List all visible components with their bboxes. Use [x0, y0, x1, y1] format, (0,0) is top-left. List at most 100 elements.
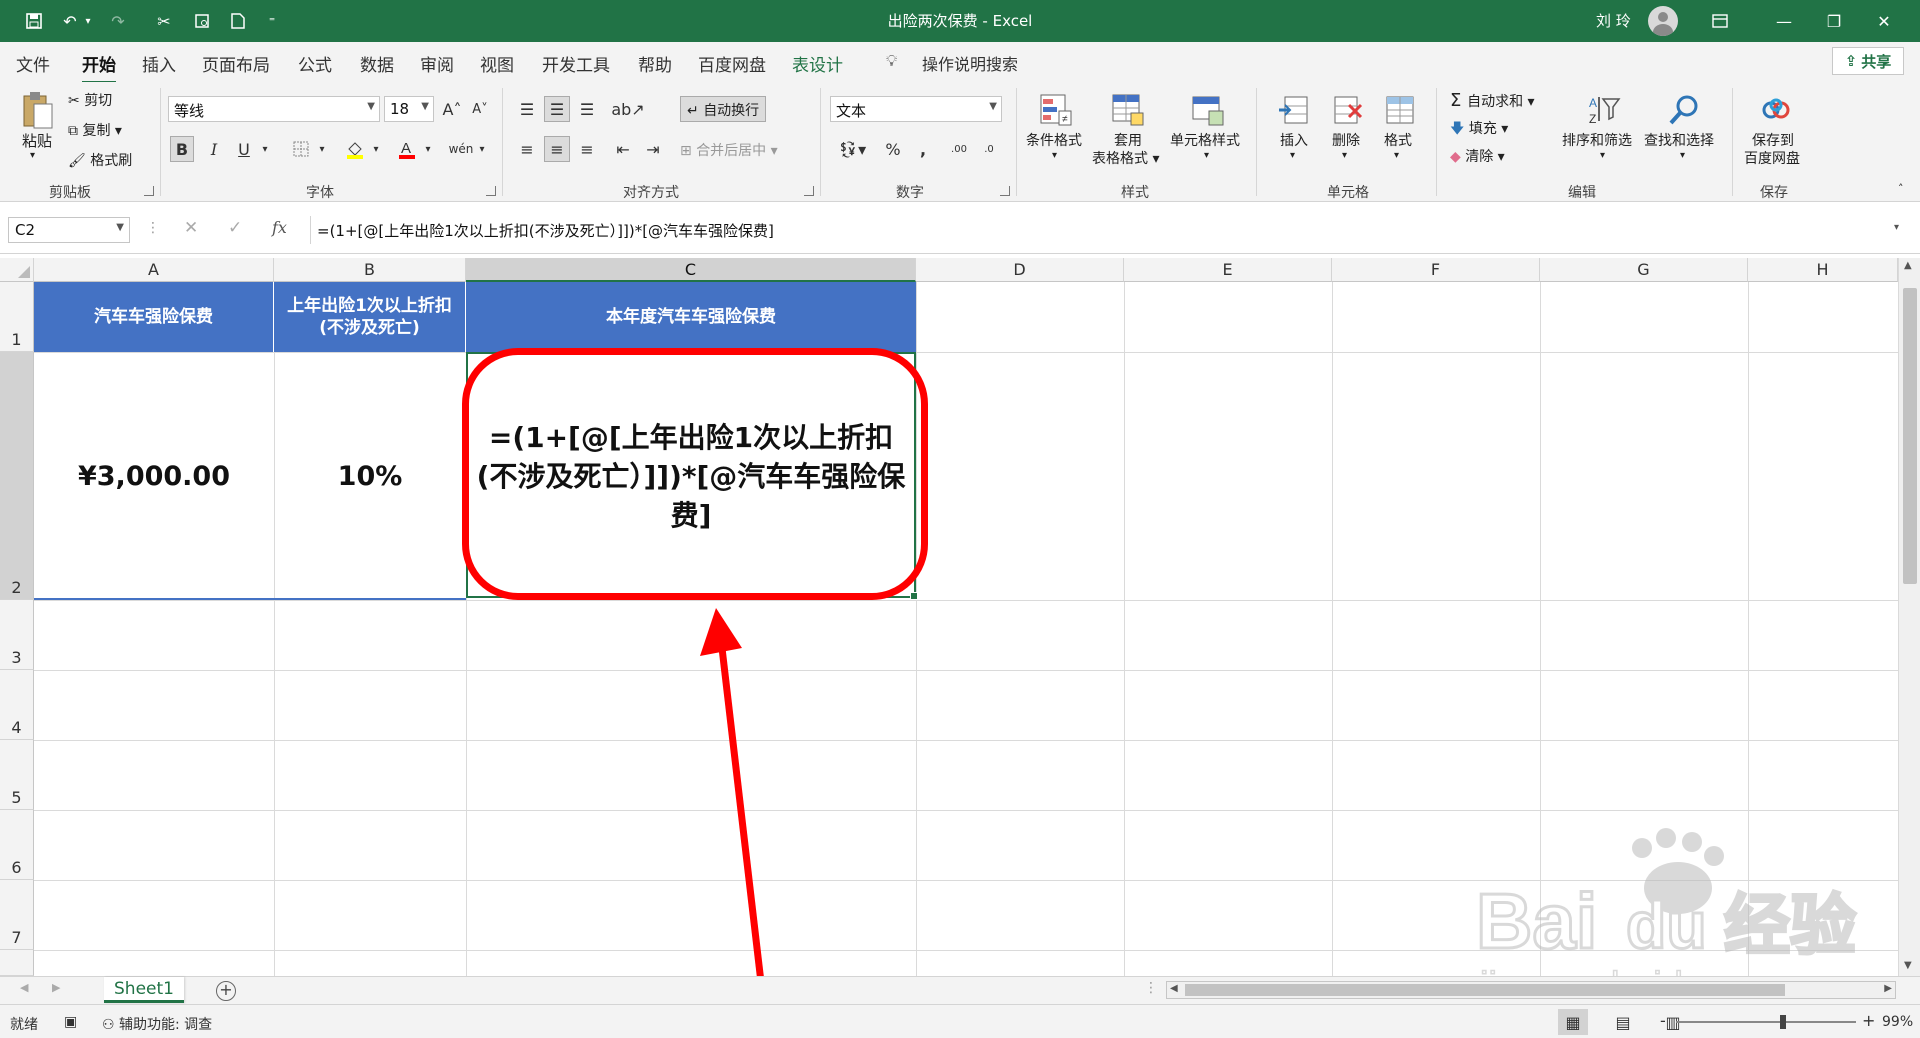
- phonetic-dropdown-icon[interactable]: ▾: [476, 136, 488, 162]
- align-left-icon[interactable]: ≡: [514, 136, 540, 162]
- decrease-font-size-icon[interactable]: A˅: [468, 96, 492, 122]
- format-dropdown-icon[interactable]: ▾: [1394, 150, 1399, 161]
- zoom-slider[interactable]: [1676, 1021, 1856, 1023]
- column-header-b[interactable]: B: [274, 258, 466, 282]
- borders-dropdown-icon[interactable]: ▾: [316, 136, 328, 162]
- new-document-icon[interactable]: [224, 8, 252, 34]
- column-header-h[interactable]: H: [1748, 258, 1898, 282]
- accounting-format-icon[interactable]: 💱︎▾: [832, 136, 872, 162]
- underline-button[interactable]: U: [232, 136, 256, 162]
- undo-dropdown-icon[interactable]: ▾: [74, 8, 102, 34]
- insert-dropdown-icon[interactable]: ▾: [1290, 150, 1295, 161]
- alignment-launcher-icon[interactable]: [804, 186, 814, 196]
- tab-insert[interactable]: 插入: [142, 51, 176, 76]
- delete-cells-icon[interactable]: [1328, 90, 1368, 130]
- page-layout-view-icon[interactable]: ▤: [1608, 1009, 1638, 1035]
- column-header-e[interactable]: E: [1124, 258, 1332, 282]
- tab-developer[interactable]: 开发工具: [542, 51, 610, 76]
- cell-styles-label[interactable]: 单元格样式: [1170, 130, 1240, 150]
- vertical-scrollbar[interactable]: ▲ ▼: [1898, 258, 1920, 976]
- customize-quick-access-icon[interactable]: ⁼: [258, 8, 286, 34]
- paste-dropdown-icon[interactable]: ▾: [30, 150, 35, 161]
- tab-view[interactable]: 视图: [480, 51, 514, 76]
- table-header-cell[interactable]: 上年出险1次以上折扣(不涉及死亡): [274, 282, 466, 352]
- insert-cells-label[interactable]: 插入: [1280, 130, 1308, 150]
- clipboard-launcher-icon[interactable]: [144, 186, 154, 196]
- clear-button[interactable]: ◆ 清除 ▾: [1450, 146, 1505, 166]
- tab-review[interactable]: 审阅: [420, 51, 454, 76]
- row-header-3[interactable]: 3: [0, 600, 34, 670]
- borders-icon[interactable]: [286, 136, 316, 162]
- paste-icon[interactable]: [18, 88, 58, 132]
- tab-file[interactable]: 文件: [16, 51, 50, 76]
- delete-dropdown-icon[interactable]: ▾: [1342, 150, 1347, 161]
- increase-indent-icon[interactable]: ⇥: [640, 136, 666, 162]
- cell-styles-dropdown-icon[interactable]: ▾: [1204, 150, 1209, 161]
- column-header-c[interactable]: C: [466, 258, 916, 282]
- tab-baidu-netdisk[interactable]: 百度网盘: [698, 51, 766, 76]
- fill-button[interactable]: 🡇 填充 ▾: [1450, 118, 1508, 142]
- paste-label[interactable]: 粘贴: [22, 130, 52, 151]
- select-all-corner[interactable]: [0, 258, 34, 282]
- format-as-table-icon[interactable]: [1108, 90, 1148, 130]
- user-name[interactable]: 刘 玲: [1596, 10, 1631, 31]
- sort-filter-icon[interactable]: AZ: [1584, 90, 1624, 130]
- zoom-out-button[interactable]: -: [1660, 1011, 1666, 1030]
- formula-input[interactable]: =(1+[@[上年出险1次以上折扣(不涉及死亡）]])*[@汽车车强险保费]: [310, 216, 1900, 244]
- sort-dropdown-icon[interactable]: ▾: [1600, 150, 1605, 161]
- cut-icon[interactable]: ✂: [150, 8, 178, 34]
- number-launcher-icon[interactable]: [1000, 186, 1010, 196]
- fill-color-dropdown-icon[interactable]: ▾: [370, 136, 382, 162]
- close-icon[interactable]: ✕: [1862, 4, 1906, 38]
- row-header-8[interactable]: [0, 950, 34, 976]
- sort-filter-label[interactable]: 排序和筛选: [1562, 130, 1632, 150]
- conditional-formatting-label[interactable]: 条件格式: [1026, 130, 1082, 150]
- scroll-left-icon[interactable]: ◀: [1170, 983, 1178, 994]
- normal-view-icon[interactable]: ▦: [1558, 1009, 1588, 1035]
- italic-button[interactable]: I: [202, 136, 226, 162]
- column-header-a[interactable]: A: [34, 258, 274, 282]
- orientation-icon[interactable]: ab↗: [610, 96, 646, 122]
- name-box[interactable]: C2 ▼: [8, 217, 130, 243]
- tab-page-layout[interactable]: 页面布局: [202, 51, 270, 76]
- column-header-f[interactable]: F: [1332, 258, 1540, 282]
- font-color-dropdown-icon[interactable]: ▾: [422, 136, 434, 162]
- align-top-icon[interactable]: ☰: [514, 96, 540, 122]
- font-color-icon[interactable]: A: [392, 136, 422, 162]
- tell-me-search[interactable]: 操作说明搜索: [922, 51, 1018, 75]
- ribbon-display-options-icon[interactable]: [1698, 4, 1742, 38]
- format-cells-label[interactable]: 格式: [1384, 130, 1412, 150]
- align-center-icon[interactable]: ≡: [544, 136, 570, 162]
- copy-button[interactable]: ⧉ 复制 ▾: [68, 120, 122, 140]
- fill-handle[interactable]: [910, 592, 918, 600]
- conditional-dropdown-icon[interactable]: ▾: [1052, 150, 1057, 161]
- number-format-dropdown[interactable]: 文本 ▼: [830, 96, 1002, 122]
- format-as-table-label-2[interactable]: 表格格式 ▾: [1092, 148, 1159, 168]
- print-preview-icon[interactable]: [188, 8, 216, 34]
- increase-decimal-icon[interactable]: .00: [946, 136, 972, 162]
- decrease-indent-icon[interactable]: ⇤: [610, 136, 636, 162]
- macro-record-icon[interactable]: ▣: [64, 1014, 77, 1030]
- save-to-label-2[interactable]: 百度网盘: [1744, 148, 1800, 168]
- insert-cells-icon[interactable]: [1274, 90, 1314, 130]
- row-header-4[interactable]: 4: [0, 670, 34, 740]
- scroll-down-icon[interactable]: ▼: [1904, 960, 1912, 971]
- phonetic-guide-icon[interactable]: wén: [446, 136, 476, 162]
- column-header-g[interactable]: G: [1540, 258, 1748, 282]
- conditional-formatting-icon[interactable]: ≠: [1036, 90, 1076, 130]
- previous-sheet-icon[interactable]: ◀: [20, 981, 28, 994]
- font-launcher-icon[interactable]: [486, 186, 496, 196]
- expand-formula-bar-icon[interactable]: ▾: [1894, 222, 1899, 233]
- tab-table-design[interactable]: 表设计: [792, 51, 843, 76]
- row-header-1[interactable]: 1: [0, 282, 34, 352]
- align-right-icon[interactable]: ≡: [574, 136, 600, 162]
- zoom-in-button[interactable]: +: [1862, 1011, 1875, 1030]
- save-to-label-1[interactable]: 保存到: [1752, 130, 1794, 150]
- horizontal-scroll-thumb[interactable]: [1185, 984, 1785, 996]
- tab-home[interactable]: 开始: [82, 51, 116, 84]
- decrease-decimal-icon[interactable]: .0: [976, 136, 1002, 162]
- delete-cells-label[interactable]: 删除: [1332, 130, 1360, 150]
- cancel-entry-icon[interactable]: ✕: [184, 218, 198, 238]
- find-select-label[interactable]: 查找和选择: [1644, 130, 1714, 150]
- avatar[interactable]: [1648, 6, 1678, 36]
